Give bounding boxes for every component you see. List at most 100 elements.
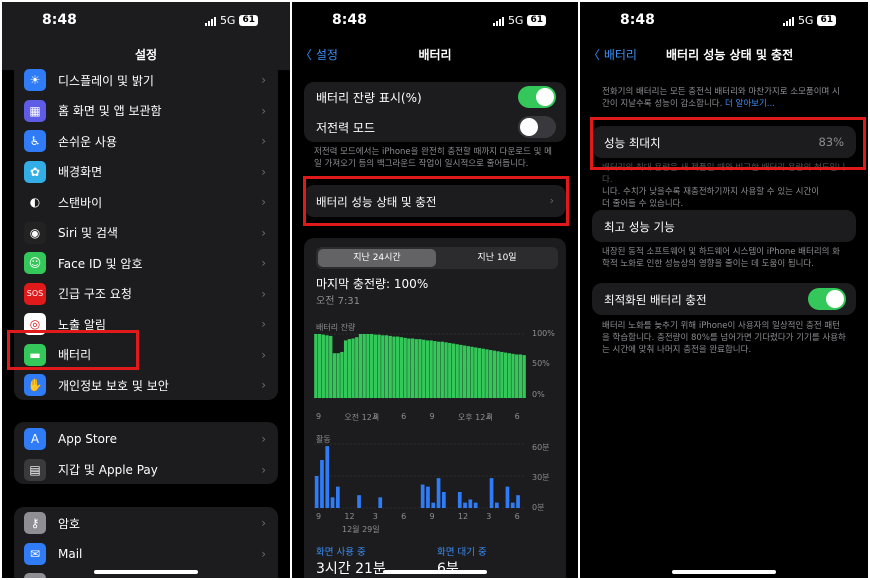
settings-row[interactable]: ☺ Face ID 및 암호 › (14, 248, 278, 278)
low-power-toggle[interactable] (518, 116, 556, 138)
screen-on-label: 화면 사용 중 (316, 547, 366, 558)
flower-icon: ✿ (24, 160, 46, 183)
home-indicator (383, 570, 487, 574)
settings-group-2: A App Store › ▤ 지갑 및 Apple Pay › (14, 422, 278, 484)
chart-bar (314, 334, 318, 398)
level-x-axis: 9 오전 12시 3 6 9 오후 12시 3 6 (316, 412, 526, 424)
chart-bar (477, 348, 482, 398)
chart-bar (511, 353, 515, 398)
contacts-icon: ☻ (24, 573, 46, 578)
chevron-right-icon: › (261, 347, 266, 362)
chart-bar (336, 353, 340, 398)
activity-tick-60: 60분 (532, 443, 550, 452)
chevron-right-icon: › (261, 546, 266, 561)
settings-row-label: 긴급 구조 요청 (58, 287, 132, 301)
chart-bar (503, 352, 508, 398)
chart-bar (369, 334, 374, 398)
settings-row[interactable]: ◉ Siri 및 검색 › (14, 218, 278, 248)
level-tick-0: 0% (532, 390, 545, 399)
chart-bar (455, 344, 459, 398)
chart-bar (459, 344, 463, 398)
chart-bar (330, 497, 335, 508)
chart-bar (384, 335, 389, 398)
chart-bar (522, 355, 526, 398)
settings-row[interactable]: SOS 긴급 구조 요청 › (14, 279, 278, 309)
chart-bar (320, 460, 324, 508)
chart-bar (470, 346, 474, 398)
date-label: 12월 29일 (342, 525, 380, 534)
chart-bar (516, 495, 520, 508)
chart-bar (429, 340, 433, 398)
sos-icon: SOS (24, 282, 46, 305)
chart-bar (444, 342, 448, 398)
capacity-note-line2: 니다. 수치가 낮을수록 재충전하기까지 사용할 수 있는 시간이 (602, 187, 820, 197)
chart-bar (436, 478, 441, 508)
standby-icon: ◐ (24, 191, 46, 213)
settings-row[interactable]: ✿ 배경화면 › (14, 157, 278, 187)
battery-status-icon: 61 (527, 15, 546, 26)
chart-bar (507, 353, 511, 398)
chart-bar (457, 492, 462, 508)
highlight-box-capacity (590, 117, 866, 170)
x-tick-label: 6 (514, 512, 520, 521)
chart-bar (515, 354, 519, 398)
battery-percentage-toggle[interactable] (518, 86, 556, 108)
settings-row[interactable]: ▦ 홈 화면 및 앱 보관함 › (14, 96, 278, 126)
chart-bar (496, 351, 500, 398)
settings-row[interactable]: ▤ 지갑 및 Apple Pay › (14, 455, 278, 485)
chevron-right-icon: › (261, 225, 266, 240)
settings-row-label: 손쉬운 사용 (58, 134, 118, 149)
settings-row-label: App Store (58, 432, 117, 446)
chevron-right-icon: › (261, 256, 266, 270)
settings-row[interactable]: ⚷ 암호 › (14, 508, 278, 538)
back-button[interactable]: 〈 배터리 (588, 46, 637, 63)
optimized-charging-label: 최적화된 배터리 충전 (604, 293, 707, 307)
level-tick-100: 100% (532, 329, 555, 338)
learn-more-link[interactable]: 더 알아보기... (725, 99, 775, 109)
chart-bar (410, 338, 415, 398)
chart-bar (418, 339, 422, 398)
chart-bar (474, 347, 478, 398)
chart-bar (325, 335, 329, 398)
signal-icon (782, 16, 794, 26)
x-tick-label: 9 (316, 412, 322, 421)
chart-bar (403, 337, 407, 398)
chart-bar (510, 502, 515, 508)
status-time: 8:48 (620, 12, 655, 28)
settings-row[interactable]: ✉ Mail › (14, 539, 278, 569)
chart-bar (343, 340, 348, 398)
x-tick-label: 6 (401, 412, 407, 421)
chart-bar (489, 478, 494, 508)
status-time: 8:48 (42, 12, 77, 28)
chevron-right-icon: › (261, 378, 266, 392)
chart-bar (321, 334, 325, 398)
network-label: 5G (507, 14, 524, 27)
activity-chart (314, 443, 526, 509)
chevron-left-icon: 〈 (588, 48, 601, 62)
chart-bar (442, 492, 446, 508)
segment-24h[interactable]: 지난 24시간 (318, 249, 436, 267)
x-tick-label: 3 (486, 512, 492, 521)
settings-row-label: Mail (58, 546, 83, 561)
settings-row[interactable]: ☀ 디스플레이 및 밝기 › (14, 65, 278, 95)
chart-bar (436, 341, 441, 398)
status-icons: 5G 61 (204, 14, 258, 27)
x-tick-label: 3 (372, 512, 378, 521)
activity-tick-0: 0분 (532, 503, 545, 512)
last-charge-label: 마지막 충전량: 100% (316, 277, 429, 291)
highlight-box-battery (7, 330, 139, 370)
optimized-charging-toggle[interactable] (808, 288, 846, 310)
level-tick-50: 50% (532, 359, 550, 368)
chart-bar (378, 497, 383, 508)
chart-bar (396, 336, 400, 398)
chart-bar (362, 334, 366, 398)
settings-row[interactable]: ✋ 개인정보 보호 및 보안 › (14, 370, 278, 400)
segment-10d[interactable]: 지난 10일 (438, 249, 556, 267)
peak-note: 내장된 동적 소프트웨어 및 하드웨어 시스템이 iPhone 배터리의 화학적… (602, 247, 840, 269)
settings-row[interactable]: ♿ 손쉬운 사용 › (14, 126, 278, 156)
settings-row[interactable]: A App Store › (14, 424, 278, 454)
home-indicator (672, 570, 776, 574)
chart-bar (373, 334, 378, 398)
settings-row[interactable]: ◐ 스탠바이 › (14, 187, 278, 217)
sun-icon: ☀ (24, 69, 46, 91)
